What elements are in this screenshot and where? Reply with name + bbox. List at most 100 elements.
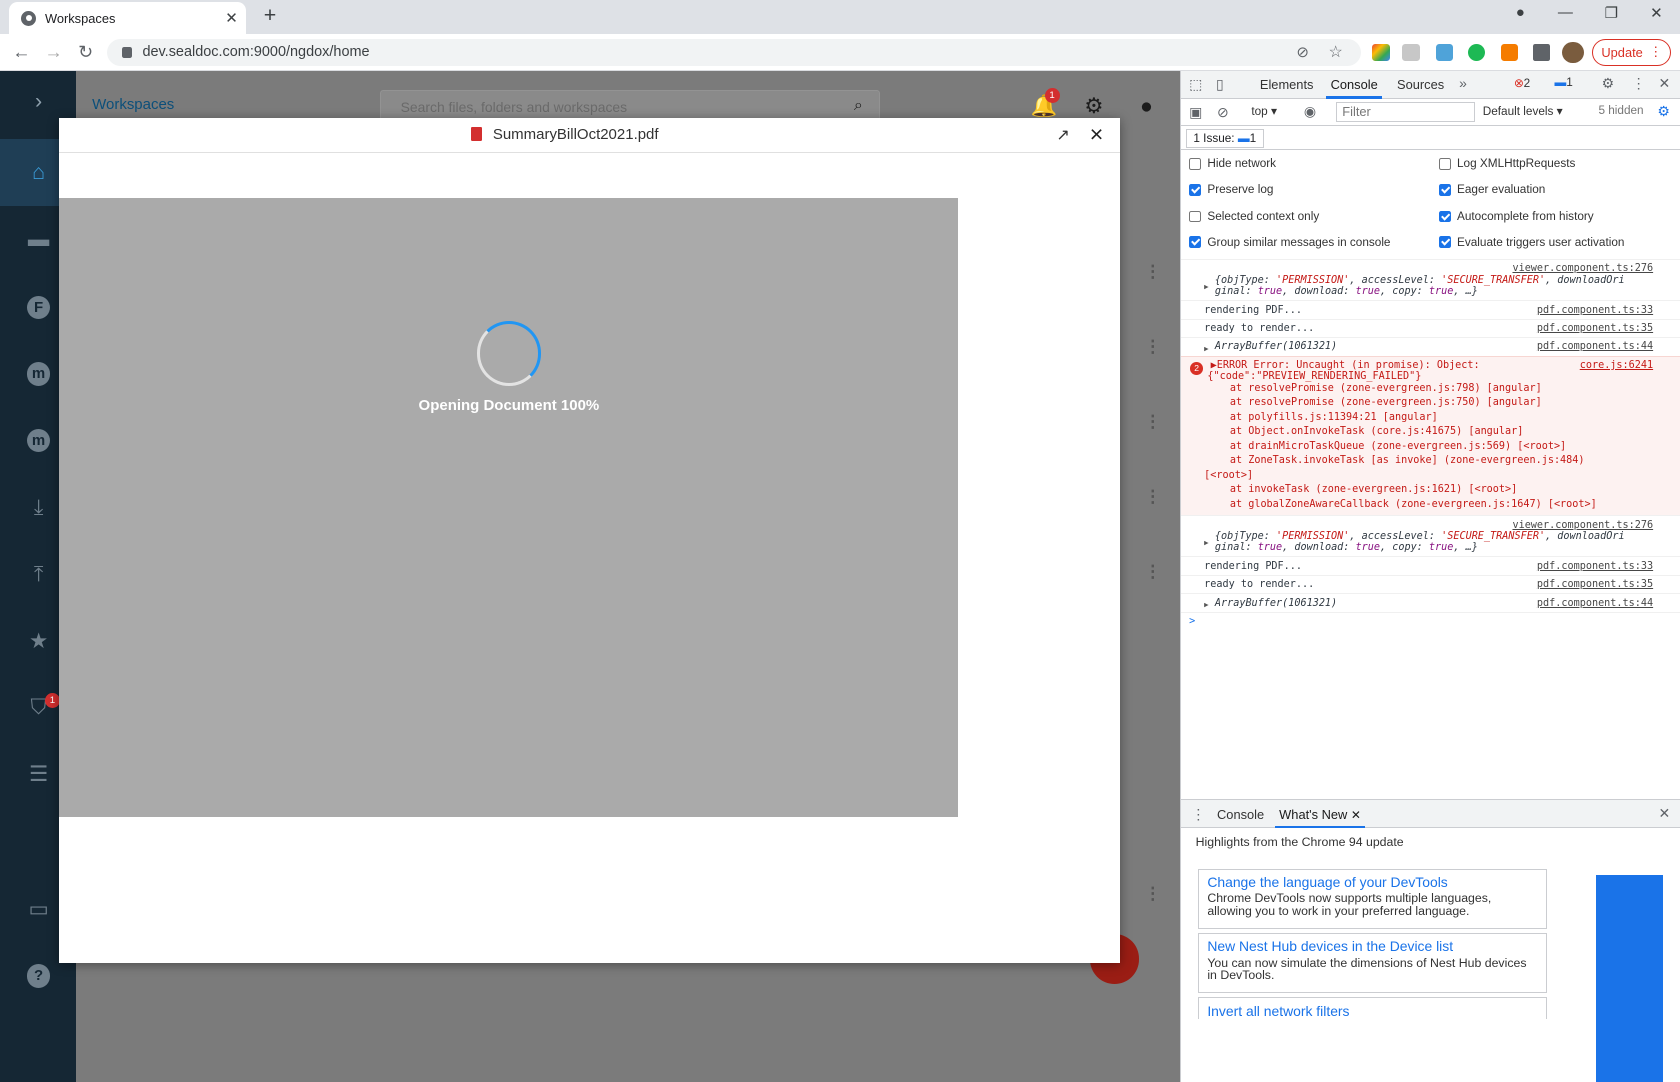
row-menu-icon[interactable]: ⋮ [1144, 486, 1161, 507]
brand-logo: Workspaces [92, 96, 175, 114]
m-circle-icon[interactable]: m [26, 362, 51, 386]
forward-icon[interactable]: → [41, 41, 67, 65]
console-settings-icon[interactable]: ⚙ [1657, 103, 1669, 120]
address-bar[interactable]: dev.sealdoc.com:9000/ngdox/home ⊘ ☆ [107, 38, 1361, 67]
group-similar-checkbox[interactable]: Group similar messages in console [1189, 236, 1390, 249]
more-tabs-icon[interactable]: » [1459, 75, 1467, 91]
close-drawer-icon[interactable]: ✕ [1658, 805, 1670, 822]
search-icon[interactable]: ⌕ [854, 96, 863, 115]
m-circle-icon-2[interactable]: m [26, 428, 51, 453]
card-title: Change the language of your DevTools [1207, 874, 1448, 891]
whats-new-card[interactable]: New Nest Hub devices in the Device list … [1197, 933, 1548, 994]
whats-new-card[interactable]: Change the language of your DevTools Chr… [1197, 868, 1548, 929]
star-icon[interactable]: ★ [25, 628, 53, 656]
more-menu-icon[interactable]: ⋮ [1632, 75, 1646, 92]
source-link[interactable]: core.js:6241 [1580, 360, 1653, 371]
source-link[interactable]: pdf.component.ts:35 [1537, 323, 1653, 334]
errors-counter[interactable]: ⊗2 [1514, 76, 1530, 90]
drawer-tab-console[interactable]: Console [1217, 807, 1264, 822]
eager-eval-checkbox[interactable]: Eager evaluation [1438, 183, 1545, 196]
profile-menu-icon[interactable]: ● [1505, 4, 1535, 21]
bookmark-star-icon[interactable]: ☆ [1329, 42, 1343, 62]
row-menu-icon[interactable]: ⋮ [1144, 411, 1161, 432]
download-icon[interactable]: ⤓ [25, 494, 53, 522]
whats-new-card[interactable]: Invert all network filters [1197, 997, 1548, 1019]
error-count-badge: 2 [1190, 362, 1204, 375]
console-prompt[interactable]: > [1180, 611, 1680, 630]
device-toggle-icon[interactable]: ▯ [1216, 76, 1224, 93]
extension-off-icon[interactable] [1501, 43, 1519, 62]
row-menu-icon[interactable]: ⋮ [1144, 883, 1161, 904]
help-icon[interactable]: ? [26, 964, 51, 988]
inspect-icon[interactable]: ⬚ [1189, 76, 1202, 93]
context-select[interactable]: top ▾ [1251, 104, 1277, 118]
source-link[interactable]: viewer.component.ts:276 [1512, 520, 1653, 531]
new-tab-button[interactable]: + [257, 4, 283, 30]
account-icon[interactable]: ● [1140, 94, 1153, 119]
log-levels-select[interactable]: Default levels ▾ [1483, 104, 1563, 118]
close-devtools-icon[interactable]: ✕ [1658, 75, 1670, 92]
source-link[interactable]: pdf.component.ts:35 [1537, 579, 1653, 590]
source-link[interactable]: pdf.component.ts:44 [1537, 341, 1653, 352]
filter-input[interactable]: Filter [1335, 101, 1476, 123]
tasks-icon[interactable]: ☰ [25, 761, 53, 789]
hide-network-checkbox[interactable]: Hide network [1189, 157, 1276, 170]
preserve-log-checkbox[interactable]: Preserve log [1189, 183, 1273, 196]
extension-color-icon[interactable] [1372, 43, 1390, 62]
back-icon[interactable]: ← [9, 41, 35, 65]
console-error-message[interactable]: 2 core.js:6241 ▶ERROR Error: Uncaught (i… [1180, 355, 1680, 516]
folder-icon[interactable]: ▬ [25, 226, 53, 254]
clear-console-icon[interactable]: ⊘ [1217, 104, 1229, 121]
browser-tab[interactable]: Workspaces ✕ [8, 2, 247, 35]
avatar[interactable] [1562, 41, 1584, 64]
source-link[interactable]: pdf.component.ts:33 [1537, 561, 1653, 572]
f-circle-icon[interactable]: F [26, 295, 51, 320]
messages-counter[interactable]: ▬1 [1555, 76, 1573, 89]
console-message-buffer-2[interactable]: ▶ ArrayBuffer(1061321) pdf.component.ts:44 [1180, 593, 1680, 611]
settings-gear-icon[interactable]: ⚙ [1084, 94, 1103, 119]
devtools-tabbar: ⬚ ▯ Elements Console Sources » ⊗2 ▬1 ⚙ ⋮… [1180, 70, 1680, 99]
close-window-icon[interactable]: ✕ [1641, 4, 1671, 22]
open-external-icon[interactable]: ↗ [1056, 125, 1069, 145]
sidebar-toggle-icon[interactable]: ▣ [1189, 104, 1202, 121]
selected-context-checkbox[interactable]: Selected context only [1189, 210, 1319, 223]
console-message-rendering: rendering PDF... pdf.component.ts:33 [1180, 300, 1680, 318]
extensions-puzzle-icon[interactable] [1533, 43, 1551, 62]
source-link[interactable]: pdf.component.ts:33 [1537, 305, 1653, 316]
eye-off-icon[interactable]: ⊘ [1296, 43, 1309, 61]
console-message-buffer[interactable]: ▶ ArrayBuffer(1061321) pdf.component.ts:44 [1180, 337, 1680, 355]
drawer-menu-icon[interactable]: ⋮ [1191, 806, 1205, 823]
autocomplete-checkbox[interactable]: Autocomplete from history [1438, 210, 1594, 223]
live-expression-eye-icon[interactable]: ◉ [1304, 103, 1316, 120]
extension-cloud-icon[interactable] [1435, 43, 1453, 62]
update-button[interactable]: Update ⋮ [1592, 38, 1672, 67]
console-message-permission-2[interactable]: viewer.component.ts:276 ▶ {objType: 'PER… [1180, 515, 1680, 556]
tab-console[interactable]: Console [1326, 77, 1382, 99]
log-xhr-checkbox[interactable]: Log XMLHttpRequests [1438, 157, 1575, 170]
row-menu-icon[interactable]: ⋮ [1144, 336, 1161, 357]
row-menu-icon[interactable]: ⋮ [1144, 261, 1161, 282]
extension-grey-icon[interactable] [1402, 43, 1420, 62]
tab-sources[interactable]: Sources [1397, 77, 1444, 92]
close-tab-icon[interactable]: ✕ [225, 9, 238, 27]
issues-button[interactable]: 1 Issue: ▬1 [1185, 128, 1264, 148]
upload-icon[interactable]: ⤒ [25, 561, 53, 589]
reload-icon[interactable]: ↻ [73, 41, 99, 65]
tab-elements[interactable]: Elements [1260, 77, 1314, 92]
loading-text: Opening Document 100% [418, 397, 600, 415]
source-link[interactable]: pdf.component.ts:44 [1537, 598, 1653, 609]
minimize-icon[interactable]: — [1550, 4, 1580, 21]
source-link[interactable]: viewer.component.ts:276 [1512, 263, 1653, 274]
drawer-tab-whats-new[interactable]: What's New ✕ [1274, 807, 1366, 829]
computer-icon[interactable]: ▭ [25, 896, 53, 924]
eval-triggers-checkbox[interactable]: Evaluate triggers user activation [1438, 236, 1624, 249]
devtools-drawer: ⋮ Console What's New ✕ ✕ Highlights from… [1180, 799, 1680, 1082]
restore-icon[interactable]: ❐ [1596, 4, 1626, 22]
extension-green-icon[interactable] [1467, 43, 1485, 62]
console-message-permission[interactable]: viewer.component.ts:276 ▶ {objType: 'PER… [1180, 259, 1680, 300]
row-menu-icon[interactable]: ⋮ [1144, 561, 1161, 582]
expand-chevron-icon[interactable]: › [25, 88, 53, 116]
settings-gear-icon[interactable]: ⚙ [1602, 75, 1614, 92]
home-icon[interactable]: ⌂ [25, 159, 53, 187]
close-icon[interactable]: × [1090, 121, 1104, 148]
